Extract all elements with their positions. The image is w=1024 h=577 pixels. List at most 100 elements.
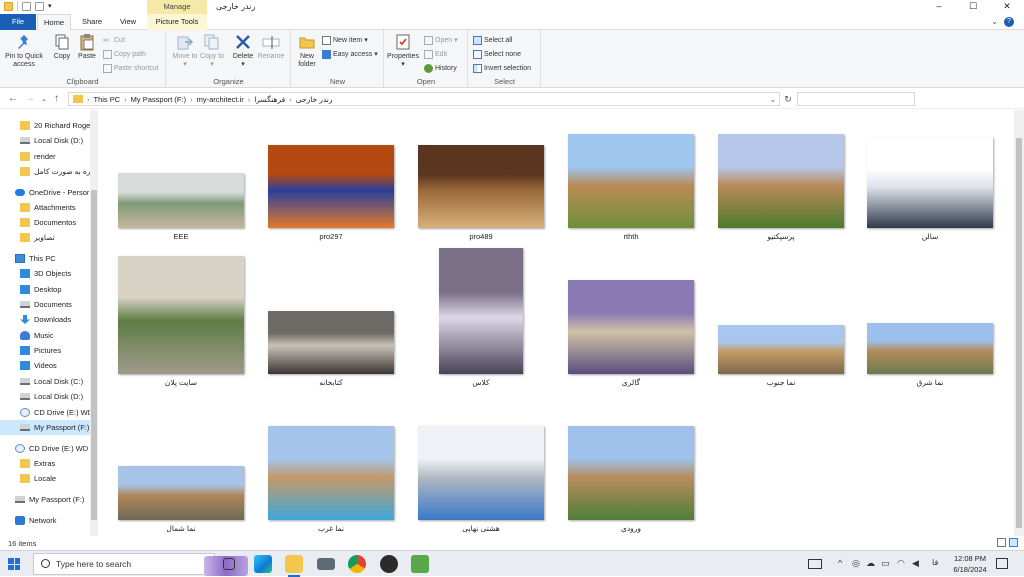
sidebar-item[interactable]: Desktop [0,282,90,297]
breadcrumb-this-pc[interactable]: This PC [94,95,121,104]
taskbar-search-input[interactable]: Type here to search [33,553,248,576]
sidebar-item[interactable]: OneDrive - Persor [0,185,90,200]
forward-icon[interactable]: → [25,93,35,104]
chevron-up-icon[interactable]: ^ [838,558,842,568]
language-indicator[interactable]: فا [932,558,938,567]
sidebar-item[interactable]: Local Disk (D:) [0,133,90,148]
image-thumbnail[interactable] [718,325,844,374]
image-thumbnail[interactable] [568,280,694,374]
task-view-icon[interactable] [223,558,235,570]
sidebar-item[interactable]: 3D Objects [0,266,90,281]
image-thumbnail[interactable] [118,256,244,374]
breadcrumb-parent-folder[interactable]: فرهنگسرا [254,95,285,104]
onedrive-tray-icon[interactable]: ☁ [866,558,875,569]
sidebar-item[interactable]: Local Disk (C:) [0,374,90,389]
sidebar-item[interactable]: My Passport (F:) [0,492,90,507]
app-icon[interactable] [380,555,398,573]
sidebar-item[interactable]: Downloads [0,312,90,327]
sidebar-item[interactable]: Documentos [0,215,90,230]
sidebar-item[interactable]: render [0,149,90,164]
easy-access-button[interactable]: Easy access ▾ [322,48,378,60]
image-thumbnail[interactable] [418,145,544,228]
minimize-button[interactable]: – [922,0,956,14]
maximize-button[interactable]: ☐ [956,0,990,14]
content-scrollbar-thumb[interactable] [1016,138,1022,528]
tab-file[interactable]: File [0,14,36,30]
nav-scrollbar[interactable] [90,110,98,536]
back-icon[interactable]: ← [8,93,18,104]
invert-selection-button[interactable]: Invert selection [473,62,531,74]
move-to-button[interactable]: Move to ▾ [170,33,200,69]
pin-quick-access-button[interactable]: Pin to Quick access [2,33,46,69]
tab-share[interactable]: Share [74,14,110,30]
tab-home[interactable]: Home [37,14,71,31]
sidebar-item[interactable]: Music [0,328,90,343]
breadcrumb[interactable]: › This PC › My Passport (F:) › my-archit… [68,92,780,106]
sidebar-item[interactable]: Videos [0,358,90,373]
sidebar-item[interactable]: Network [0,513,90,528]
chevron-down-icon[interactable]: ⌄ [991,17,998,26]
sidebar-item[interactable]: Documents [0,297,90,312]
image-thumbnail[interactable] [867,137,993,228]
clock[interactable]: 12:08 PM 6/18/2024 [952,553,988,575]
edge-icon[interactable] [254,555,272,573]
image-thumbnail[interactable] [118,173,244,228]
rename-button[interactable]: Rename [256,33,286,61]
notification-icon[interactable] [996,558,1008,569]
chrome-icon[interactable] [348,555,366,573]
sidebar-item[interactable]: ره به صورت کامل [0,164,90,179]
address-dropdown-icon[interactable]: ⌄ [770,95,776,104]
large-icons-view-icon[interactable] [1009,538,1018,547]
sidebar-item[interactable]: CD Drive (E:) WD [0,405,90,420]
volume-icon[interactable]: ◀ [912,558,919,569]
mail-icon[interactable] [317,558,335,570]
wifi-icon[interactable]: ◠ [897,558,905,569]
windows-start-icon[interactable] [8,558,20,570]
close-button[interactable]: ✕ [990,0,1024,14]
copy-path-button[interactable]: Copy path [103,48,146,60]
select-none-button[interactable]: Select none [473,48,521,60]
keyboard-icon[interactable] [808,559,822,569]
recent-locations-icon[interactable]: ⌄ [41,95,47,103]
sidebar-item[interactable]: CD Drive (E:) WD U [0,441,90,456]
sidebar-item[interactable]: My Passport (F:) [0,420,90,435]
nav-scrollbar-thumb[interactable] [91,190,97,520]
new-item-button[interactable]: New item ▾ [322,34,368,46]
image-thumbnail[interactable] [418,426,544,520]
select-all-button[interactable]: Select all [473,34,512,46]
image-thumbnail[interactable] [568,134,694,228]
image-thumbnail[interactable] [568,426,694,520]
breadcrumb-current-folder[interactable]: رندر خارجی [296,95,333,104]
sidebar-item[interactable]: 20 Richard Roge [0,118,90,133]
new-folder-button[interactable]: New folder [292,33,322,69]
sidebar-item[interactable]: Pictures [0,343,90,358]
search-input[interactable] [797,92,915,106]
breadcrumb-drive[interactable]: My Passport (F:) [131,95,186,104]
network-tray-icon[interactable]: ◎ [852,558,860,569]
sidebar-item[interactable]: Extras [0,456,90,471]
qat-dropdown-icon[interactable]: ▾ [48,2,54,11]
up-icon[interactable]: ↑ [54,93,59,104]
paste-shortcut-button[interactable]: Paste shortcut [103,62,159,74]
sidebar-item[interactable]: تصاویر [0,230,90,245]
breadcrumb-site-folder[interactable]: my-architect.ir [197,95,244,104]
image-thumbnail[interactable] [718,134,844,228]
history-button[interactable]: History [424,62,457,74]
image-thumbnail[interactable] [268,145,394,228]
paste-button[interactable]: Paste [72,33,102,61]
help-icon[interactable]: ? [1004,17,1014,27]
image-thumbnail[interactable] [439,248,523,374]
image-thumbnail[interactable] [268,426,394,520]
properties-button[interactable]: Properties ▾ [385,33,421,69]
image-thumbnail[interactable] [118,466,244,520]
content-scrollbar[interactable] [1014,110,1024,536]
sidebar-item[interactable]: This PC [0,251,90,266]
sidebar-item[interactable]: Local Disk (D:) [0,389,90,404]
sidebar-item[interactable]: Locale [0,471,90,486]
file-explorer-taskbar-icon[interactable] [285,555,303,577]
tab-manage[interactable]: Manage [147,0,207,14]
image-thumbnail[interactable] [867,323,993,374]
refresh-icon[interactable]: ↻ [781,92,795,106]
properties-qat-icon[interactable] [22,1,31,11]
delete-button[interactable]: Delete ▾ [228,33,258,69]
